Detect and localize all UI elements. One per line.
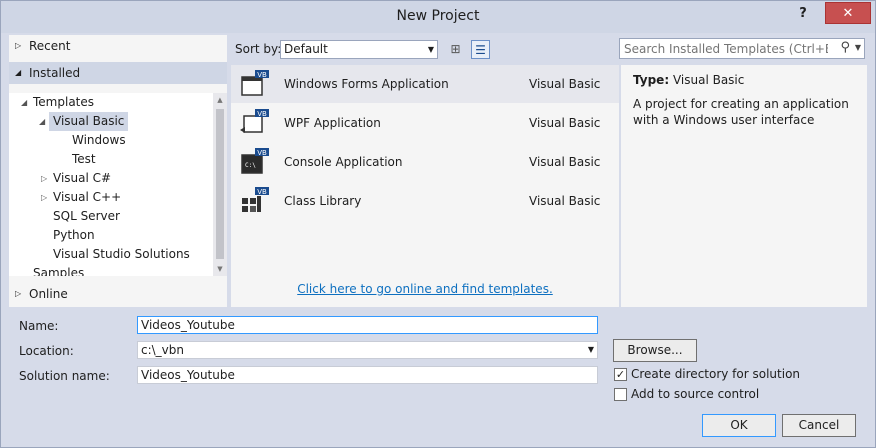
chevron-down-icon: ▼: [587, 345, 594, 354]
name-label: Name:: [19, 319, 59, 333]
location-label: Location:: [19, 344, 74, 358]
browse-button[interactable]: Browse...: [613, 339, 697, 362]
tree-item-label: Visual Basic: [53, 114, 125, 128]
tree-item-label: Test: [72, 152, 96, 166]
expand-arrow-icon: ▷: [41, 174, 48, 183]
search-icon[interactable]: ⚲: [840, 40, 850, 55]
template-list: VB Windows Forms Application Visual Basi…: [231, 65, 619, 307]
type-value: Visual Basic: [672, 73, 745, 87]
nav-installed-label: Installed: [29, 66, 81, 80]
tree-item-sql-server[interactable]: SQL Server: [53, 207, 120, 226]
scroll-up-icon[interactable]: ▲: [213, 93, 227, 107]
tree-item-templates[interactable]: ◢ Templates: [21, 93, 95, 112]
tree-item-visual-cpp[interactable]: ▷ Visual C++: [41, 188, 122, 207]
svg-text:VB: VB: [257, 149, 267, 157]
nav-installed[interactable]: ◢ Installed: [9, 62, 227, 84]
nav-online[interactable]: ▷ Online: [9, 283, 227, 305]
grid-view-icon: ⊞: [450, 42, 461, 56]
scrollbar-thumb[interactable]: [216, 109, 224, 259]
list-view-button[interactable]: ☰: [471, 40, 490, 59]
help-button[interactable]: ?: [793, 4, 813, 24]
nav-recent[interactable]: ▷ Recent: [9, 35, 227, 57]
chevron-down-icon[interactable]: ▼: [855, 43, 861, 52]
tree-item-python[interactable]: Python: [53, 226, 95, 245]
search-box[interactable]: ⚲ ▼: [619, 38, 865, 59]
new-project-dialog: New Project ? ✕ ▷ Recent ◢ Installed ◢ T…: [0, 0, 876, 448]
template-description: A project for creating an application wi…: [633, 97, 849, 127]
wpf-application-icon: VB: [240, 109, 269, 133]
solution-name-label: Solution name:: [19, 369, 110, 383]
svg-text:VB: VB: [257, 188, 267, 196]
location-select[interactable]: c:\_vbn ▼: [137, 341, 598, 359]
source-control-checkbox[interactable]: [614, 388, 627, 401]
template-language: Visual Basic: [529, 194, 601, 208]
template-language: Visual Basic: [529, 155, 601, 169]
template-row-class-library[interactable]: VB Class Library Visual Basic: [231, 182, 619, 220]
windows-forms-icon: VB: [241, 70, 269, 96]
ok-button[interactable]: OK: [702, 414, 776, 437]
tree-item-label: Samples: [33, 266, 85, 276]
tree-item-label: Windows: [72, 133, 126, 147]
search-input[interactable]: [620, 39, 830, 58]
template-name: Console Application: [284, 155, 403, 169]
svg-text:VB: VB: [257, 110, 267, 118]
create-directory-checkbox[interactable]: ✓: [614, 368, 627, 381]
nav-recent-label: Recent: [29, 39, 71, 53]
template-name: WPF Application: [284, 116, 381, 130]
location-value: c:\_vbn: [141, 343, 185, 357]
expand-arrow-icon: ▷: [15, 289, 22, 298]
online-templates-link[interactable]: Click here to go online and find templat…: [231, 282, 619, 296]
tree-item-windows[interactable]: Windows: [72, 131, 126, 150]
tree-item-visual-basic[interactable]: ◢ Visual Basic: [39, 112, 129, 131]
expand-arrow-icon: ▷: [41, 193, 48, 202]
collapse-arrow-icon: ◢: [21, 98, 28, 107]
tree-item-label: Python: [53, 228, 95, 242]
svg-text:VB: VB: [257, 71, 267, 79]
template-tree: ◢ Templates ◢ Visual Basic Windows Test …: [9, 93, 213, 276]
tree-item-vs-solutions[interactable]: Visual Studio Solutions: [53, 245, 190, 264]
sort-by-select[interactable]: Default ▼: [280, 40, 438, 59]
list-view-icon: ☰: [475, 43, 486, 57]
template-details: Type: Visual Basic A project for creatin…: [621, 65, 867, 307]
tree-item-label: Templates: [33, 95, 95, 109]
template-row-windows-forms[interactable]: VB Windows Forms Application Visual Basi…: [231, 65, 619, 103]
template-language: Visual Basic: [529, 77, 601, 91]
tree-scrollbar[interactable]: ▲ ▼: [213, 93, 227, 276]
tree-item-label: SQL Server: [53, 209, 120, 223]
window-title: New Project: [396, 8, 480, 24]
template-row-wpf[interactable]: VB WPF Application Visual Basic: [231, 104, 619, 142]
template-language: Visual Basic: [529, 116, 601, 130]
tree-item-test[interactable]: Test: [72, 150, 96, 169]
expand-arrow-icon: ▷: [15, 41, 22, 50]
template-row-console[interactable]: C:\ VB Console Application Visual Basic: [231, 143, 619, 181]
svg-text:C:\: C:\: [245, 162, 256, 169]
sort-by-value: Default: [284, 42, 328, 56]
sort-by-label: Sort by:: [235, 42, 282, 56]
tree-item-samples[interactable]: Samples: [33, 264, 84, 276]
create-directory-label: Create directory for solution: [631, 367, 801, 381]
close-button[interactable]: ✕: [825, 2, 871, 24]
tree-item-label: Visual C#: [53, 171, 112, 185]
template-type: Type: Visual Basic: [633, 73, 744, 87]
template-name: Windows Forms Application: [284, 77, 449, 91]
tree-item-visual-csharp[interactable]: ▷ Visual C#: [41, 169, 112, 188]
collapse-arrow-icon: ◢: [39, 117, 46, 126]
left-navigation: ▷ Recent ◢ Installed ◢ Templates ◢ Visua…: [9, 35, 227, 307]
tree-item-label: Visual Studio Solutions: [53, 247, 190, 261]
nav-online-label: Online: [29, 287, 68, 301]
name-field[interactable]: Videos_Youtube: [137, 316, 598, 334]
type-label: Type:: [633, 73, 670, 87]
solution-name-field[interactable]: Videos_Youtube: [137, 366, 598, 384]
tree-item-label: Visual C++: [53, 190, 122, 204]
grid-view-button[interactable]: ⊞: [446, 40, 465, 59]
scroll-down-icon[interactable]: ▼: [213, 262, 227, 276]
source-control-label: Add to source control: [631, 387, 760, 401]
cancel-button[interactable]: Cancel: [782, 414, 856, 437]
title-bar[interactable]: New Project ? ✕: [1, 1, 875, 33]
collapse-arrow-icon: ◢: [15, 68, 22, 77]
template-name: Class Library: [284, 194, 362, 208]
chevron-down-icon: ▼: [427, 45, 434, 54]
class-library-icon: VB: [242, 187, 269, 212]
console-application-icon: C:\ VB: [241, 148, 269, 174]
